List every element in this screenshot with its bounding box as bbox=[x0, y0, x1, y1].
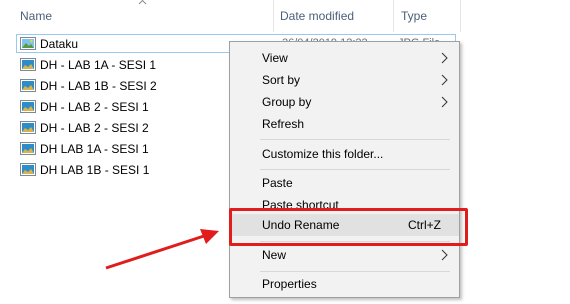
column-date-modified[interactable]: Date modified bbox=[280, 9, 354, 23]
column-divider[interactable] bbox=[273, 0, 274, 32]
image-file-icon bbox=[20, 58, 36, 71]
menu-item-view[interactable]: View bbox=[230, 47, 459, 69]
menu-item-group-by[interactable]: Group by bbox=[230, 91, 459, 113]
menu-item-label: New bbox=[262, 248, 287, 262]
column-divider[interactable] bbox=[460, 0, 461, 32]
column-header: Name Date modified Type bbox=[0, 0, 570, 32]
menu-item-label: Refresh bbox=[262, 117, 305, 131]
menu-item-sort-by[interactable]: Sort by bbox=[230, 69, 459, 91]
image-file-icon bbox=[20, 37, 36, 50]
image-file-icon bbox=[20, 142, 36, 155]
image-file-icon bbox=[20, 79, 36, 92]
chevron-right-icon bbox=[441, 249, 448, 261]
image-file-icon bbox=[20, 100, 36, 113]
menu-item-new[interactable]: New bbox=[230, 244, 459, 266]
menu-item-refresh[interactable]: Refresh bbox=[230, 113, 459, 135]
menu-item-properties[interactable]: Properties bbox=[230, 273, 459, 295]
file-name: DH LAB 1A - SESI 1 bbox=[40, 142, 149, 156]
chevron-right-icon bbox=[441, 52, 448, 64]
menu-item-paste[interactable]: Paste bbox=[230, 172, 459, 194]
context-menu: View Sort by Group by Refresh Customize … bbox=[229, 41, 460, 298]
menu-item-label: Group by bbox=[262, 95, 312, 109]
chevron-right-icon bbox=[441, 74, 448, 86]
column-type[interactable]: Type bbox=[401, 9, 427, 23]
sort-ascending-icon bbox=[138, 0, 147, 5]
annotation-highlight-box bbox=[229, 208, 468, 246]
chevron-right-icon bbox=[441, 96, 448, 108]
menu-item-label: Properties bbox=[262, 277, 317, 291]
file-name: DH - LAB 2 - SESI 2 bbox=[40, 121, 149, 135]
file-name: DH - LAB 1A - SESI 1 bbox=[40, 58, 157, 72]
menu-item-label: Customize this folder... bbox=[262, 147, 384, 161]
menu-separator bbox=[260, 169, 450, 170]
menu-item-customize-folder[interactable]: Customize this folder... bbox=[230, 143, 459, 165]
menu-separator bbox=[260, 271, 450, 272]
image-file-icon bbox=[20, 163, 36, 176]
menu-item-label: Sort by bbox=[262, 73, 301, 87]
file-name: DH - LAB 2 - SESI 1 bbox=[40, 100, 149, 114]
menu-item-label: Paste bbox=[262, 176, 293, 190]
column-divider[interactable] bbox=[393, 0, 394, 32]
column-name[interactable]: Name bbox=[20, 9, 52, 23]
menu-item-label: View bbox=[262, 51, 288, 65]
image-file-icon bbox=[20, 121, 36, 134]
menu-separator bbox=[260, 139, 450, 140]
file-name: DH - LAB 1B - SESI 2 bbox=[40, 79, 157, 93]
file-name: DH LAB 1B - SESI 1 bbox=[40, 163, 150, 177]
file-name: Dataku bbox=[40, 37, 79, 51]
